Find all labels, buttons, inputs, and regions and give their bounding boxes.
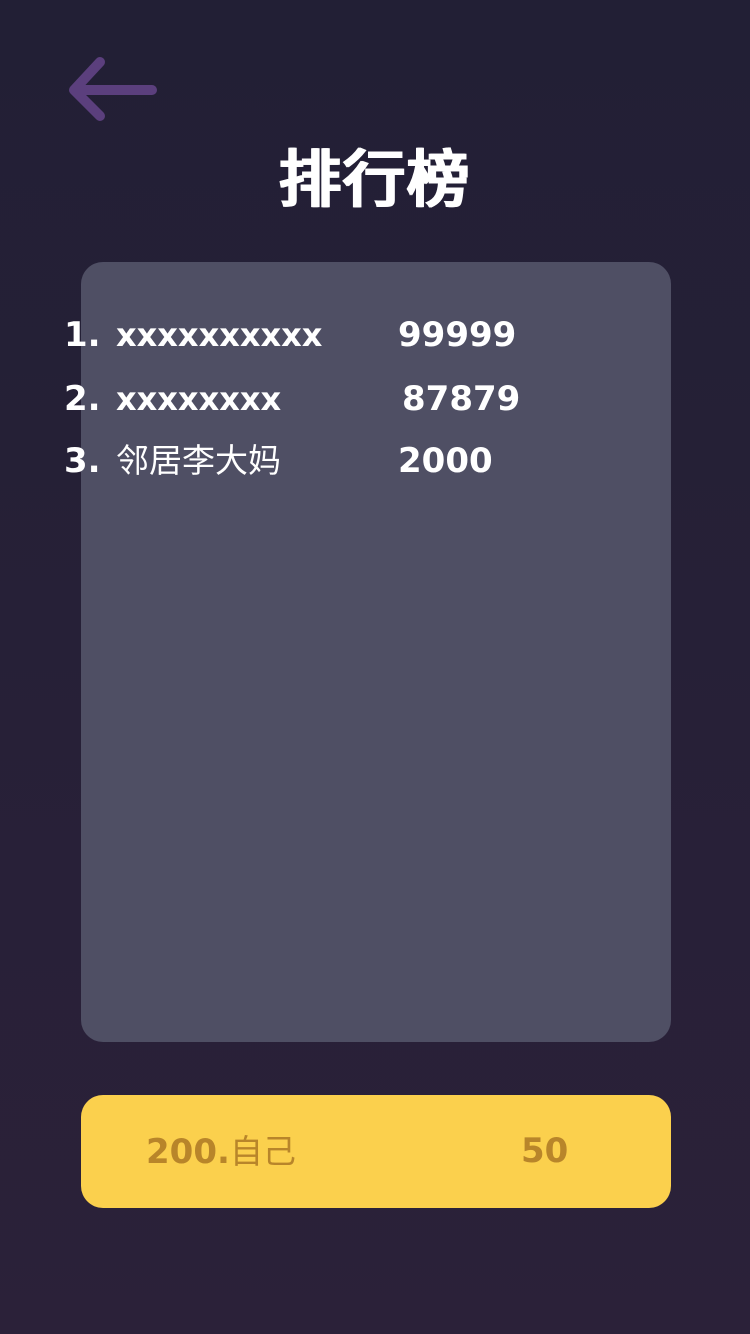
page-title: 排行榜: [278, 143, 471, 216]
player-name: xxxxxxxxxx: [116, 316, 323, 354]
player-score: 99999: [398, 315, 517, 355]
self-score: 50: [521, 1131, 569, 1171]
rank-number: 1.: [64, 315, 101, 355]
self-rank-bar[interactable]: 200.自己 50: [81, 1095, 671, 1208]
leaderboard-row-2[interactable]: 2. xxxxxxxx 87879: [0, 374, 590, 424]
leaderboard-row-3[interactable]: 3. 邻居李大妈 2000: [0, 436, 590, 486]
player-score: 87879: [402, 379, 521, 419]
self-rank-name: 自己: [229, 1132, 296, 1171]
leaderboard-row-1[interactable]: 1. xxxxxxxxxx 99999: [0, 310, 590, 360]
arrow-left-icon: [60, 50, 164, 130]
rank-number: 2.: [64, 379, 101, 419]
self-rank-label: 200.自己: [146, 1095, 296, 1209]
player-name: xxxxxxxx: [116, 380, 282, 418]
rank-number: 3.: [64, 441, 101, 481]
back-button[interactable]: [60, 50, 164, 130]
player-name: 邻居李大妈: [116, 441, 281, 480]
self-rank-position: 200.: [146, 1132, 230, 1172]
player-score: 2000: [398, 441, 493, 481]
